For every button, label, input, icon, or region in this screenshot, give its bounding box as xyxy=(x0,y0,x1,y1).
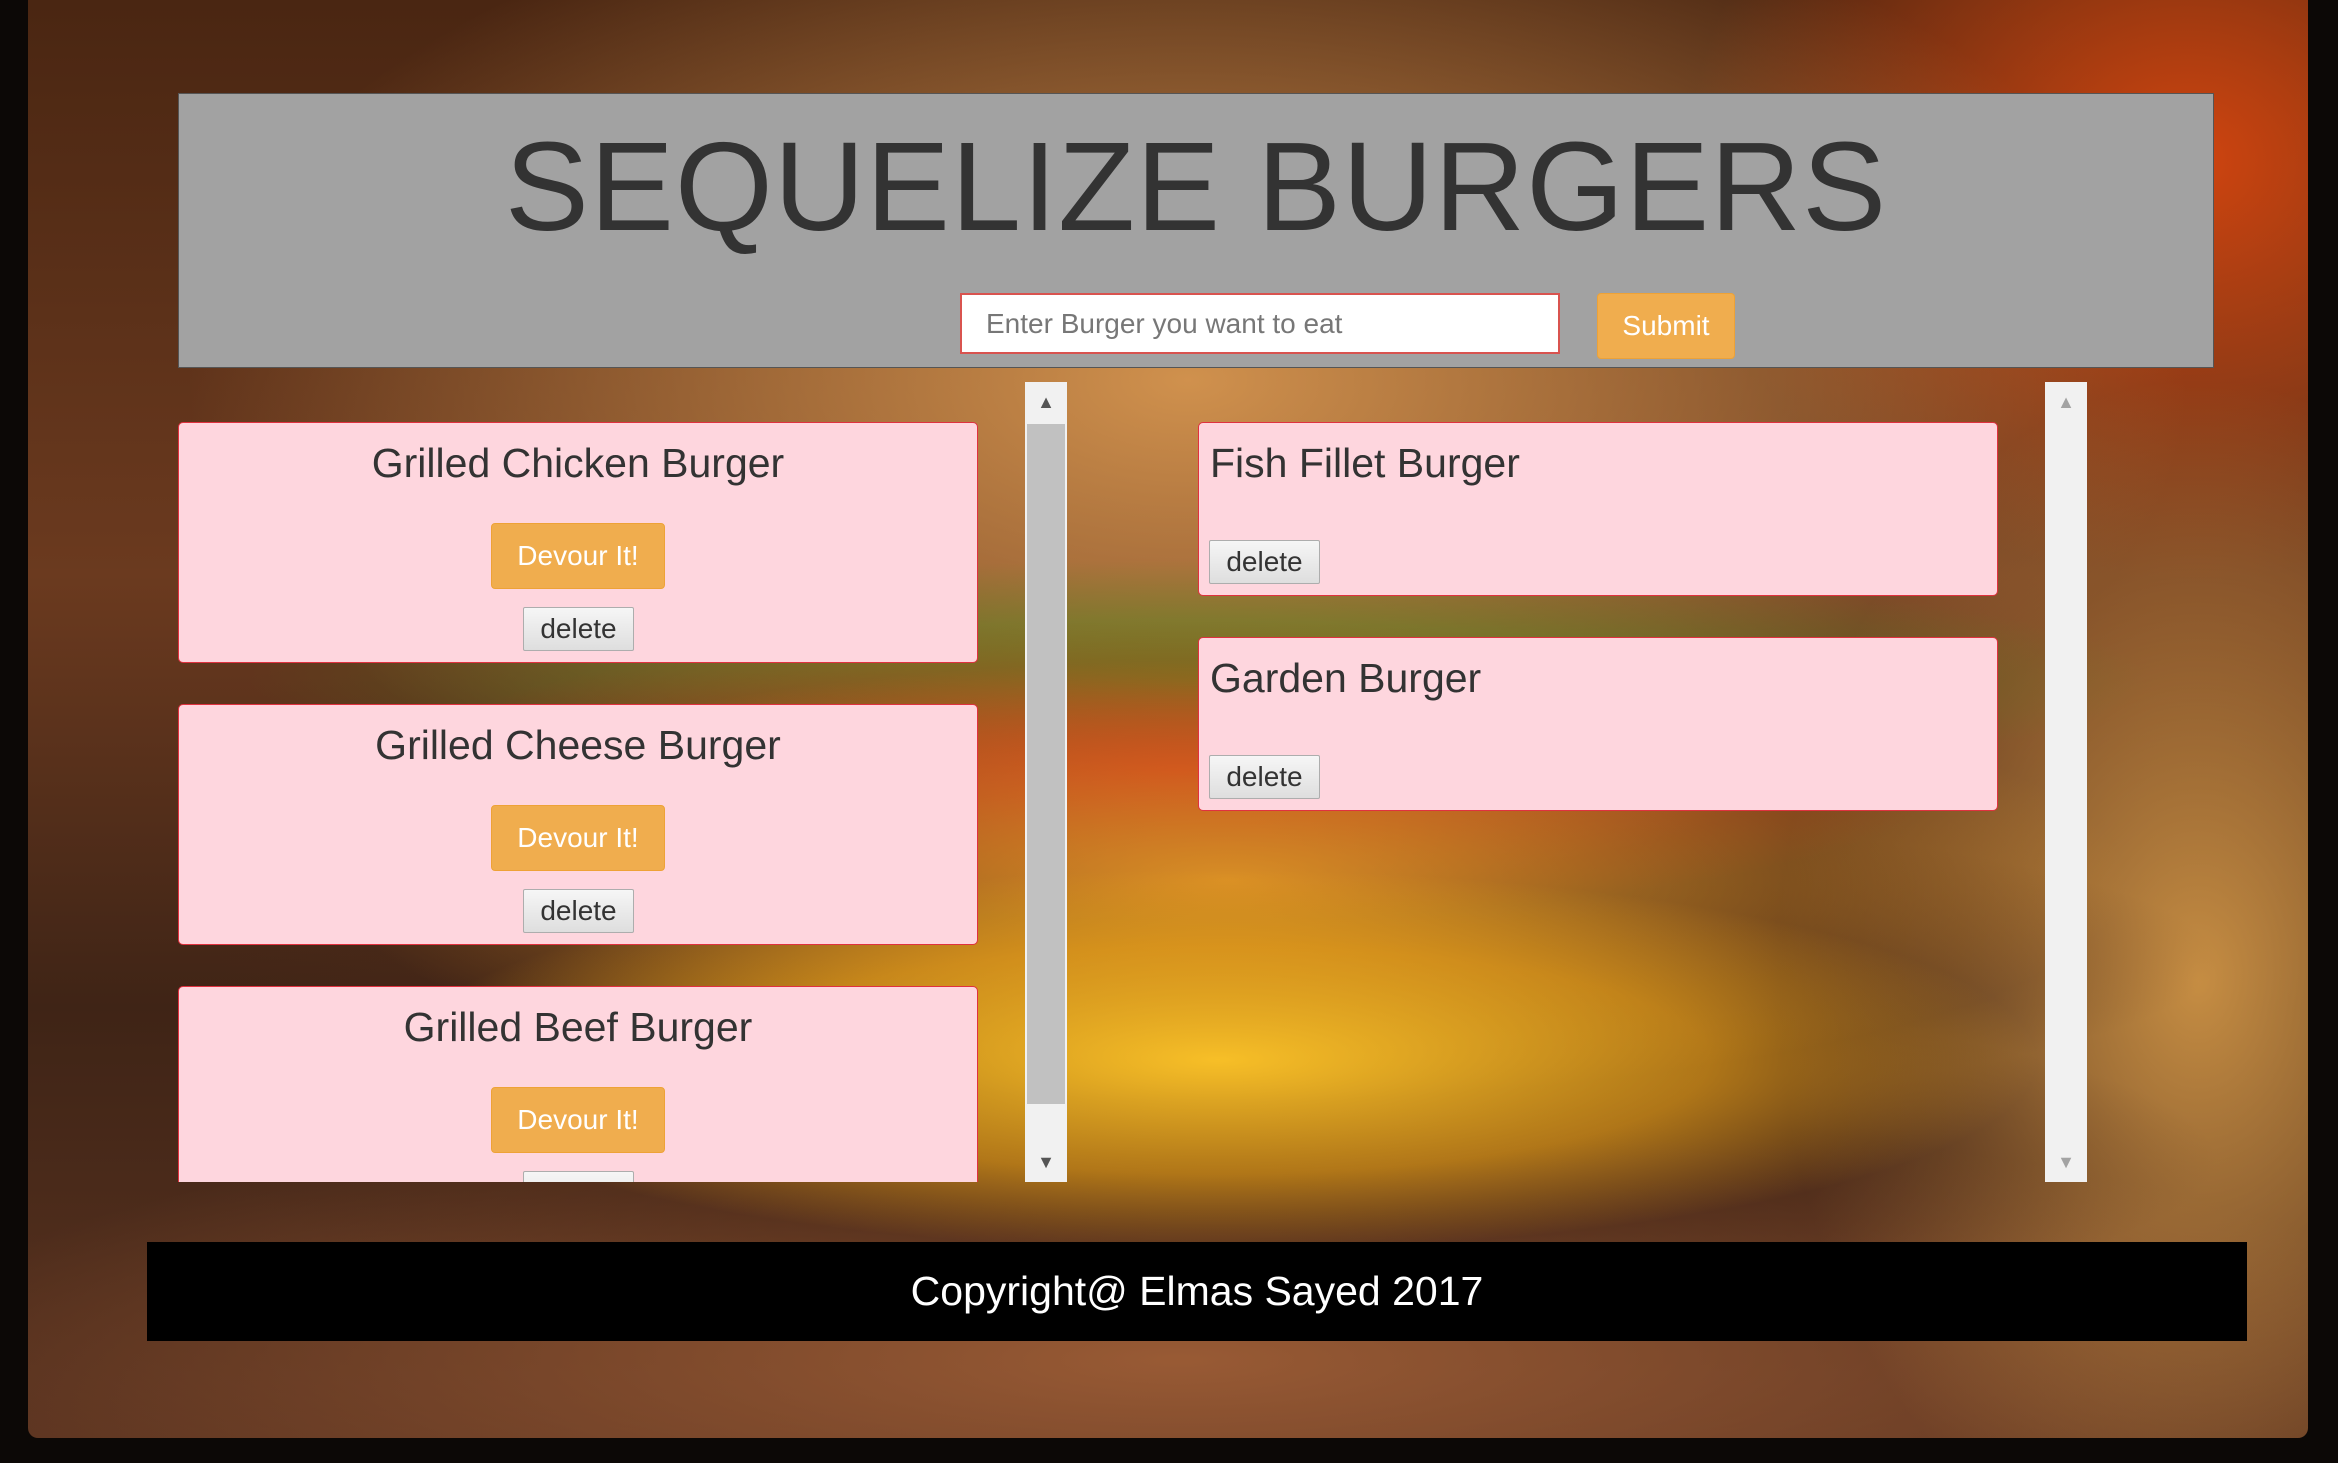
page-title: SEQUELIZE BURGERS xyxy=(504,116,1888,257)
burger-card: Garden Burger delete xyxy=(1198,637,1998,811)
submit-button[interactable]: Submit xyxy=(1597,293,1735,359)
burger-name: Garden Burger xyxy=(1210,655,1482,701)
devoured-burgers-list: Fish Fillet Burger delete Garden Burger … xyxy=(1198,382,1998,1182)
delete-button[interactable]: delete xyxy=(1209,755,1320,799)
burger-card: Grilled Chicken Burger Devour It! delete xyxy=(178,422,978,663)
delete-button[interactable]: delete xyxy=(523,607,634,651)
scroll-down-arrow-icon[interactable]: ▼ xyxy=(2045,1142,2087,1182)
uneaten-burgers-list: Grilled Chicken Burger Devour It! delete… xyxy=(178,382,978,1182)
footer: Copyright@ Elmas Sayed 2017 xyxy=(147,1242,2247,1341)
delete-button[interactable]: delete xyxy=(1209,540,1320,584)
burger-name: Grilled Beef Burger xyxy=(403,1004,753,1050)
burger-card: Grilled Beef Burger Devour It! delete xyxy=(178,986,978,1182)
right-list-scrollbar[interactable]: ▲ ▼ xyxy=(2045,382,2087,1182)
burger-name: Grilled Cheese Burger xyxy=(375,722,781,768)
burger-name-input[interactable] xyxy=(960,293,1560,354)
devour-button[interactable]: Devour It! xyxy=(491,523,665,589)
devour-button[interactable]: Devour It! xyxy=(491,1087,665,1153)
devour-button[interactable]: Devour It! xyxy=(491,805,665,871)
burger-card: Fish Fillet Burger delete xyxy=(1198,422,1998,596)
left-list-scrollbar[interactable]: ▲ ▼ xyxy=(1025,382,1067,1182)
burger-name: Fish Fillet Burger xyxy=(1210,440,1520,486)
background-burger-image: SEQUELIZE BURGERS Submit Grilled Chicken… xyxy=(28,0,2308,1438)
header-panel: SEQUELIZE BURGERS Submit xyxy=(178,93,2214,368)
burger-card: Grilled Cheese Burger Devour It! delete xyxy=(178,704,978,945)
scroll-up-arrow-icon[interactable]: ▲ xyxy=(1025,382,1067,422)
delete-button[interactable]: delete xyxy=(523,1171,634,1182)
copyright-text: Copyright@ Elmas Sayed 2017 xyxy=(910,1268,1484,1314)
delete-button[interactable]: delete xyxy=(523,889,634,933)
scrollbar-thumb[interactable] xyxy=(1027,424,1065,1104)
scroll-down-arrow-icon[interactable]: ▼ xyxy=(1025,1142,1067,1182)
burger-name: Grilled Chicken Burger xyxy=(371,440,785,486)
scroll-up-arrow-icon[interactable]: ▲ xyxy=(2045,382,2087,422)
